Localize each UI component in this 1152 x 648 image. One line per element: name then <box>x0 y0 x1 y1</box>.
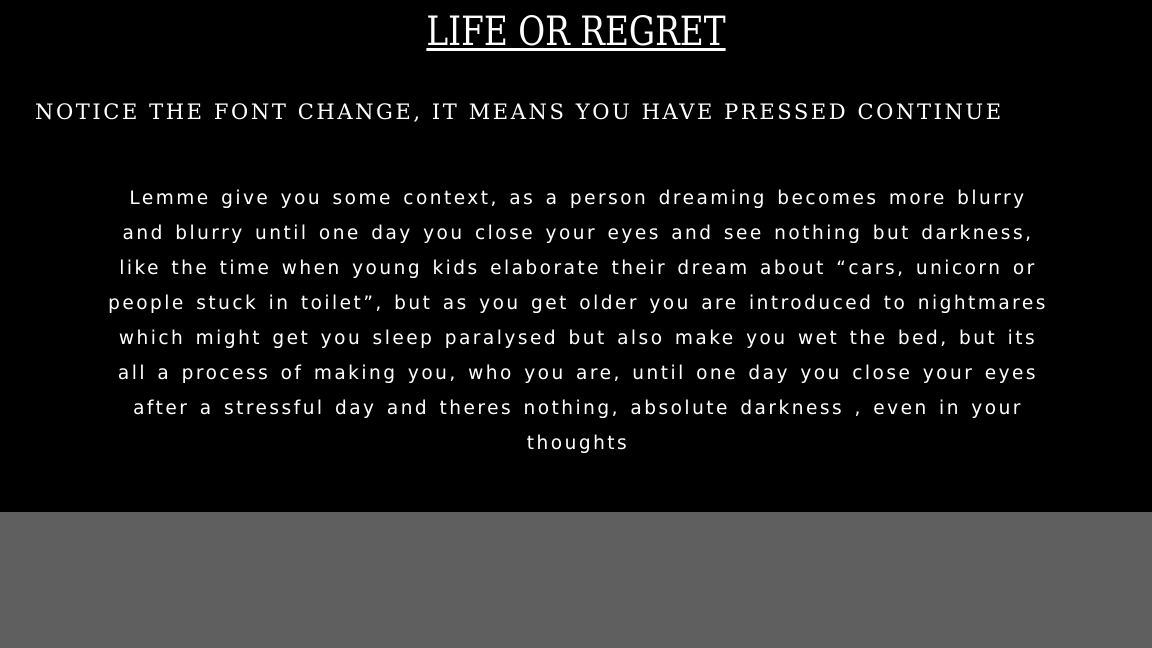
story-panel: LIFE OR REGRET NOTICE THE FONT CHANGE, I… <box>0 0 1152 512</box>
bottom-empty-area <box>0 512 1152 648</box>
notice-text: NOTICE THE FONT CHANGE, IT MEANS YOU HAV… <box>35 100 1004 124</box>
page-title: LIFE OR REGRET <box>426 9 726 55</box>
story-paragraph: Lemme give you some context, as a person… <box>108 188 1048 454</box>
